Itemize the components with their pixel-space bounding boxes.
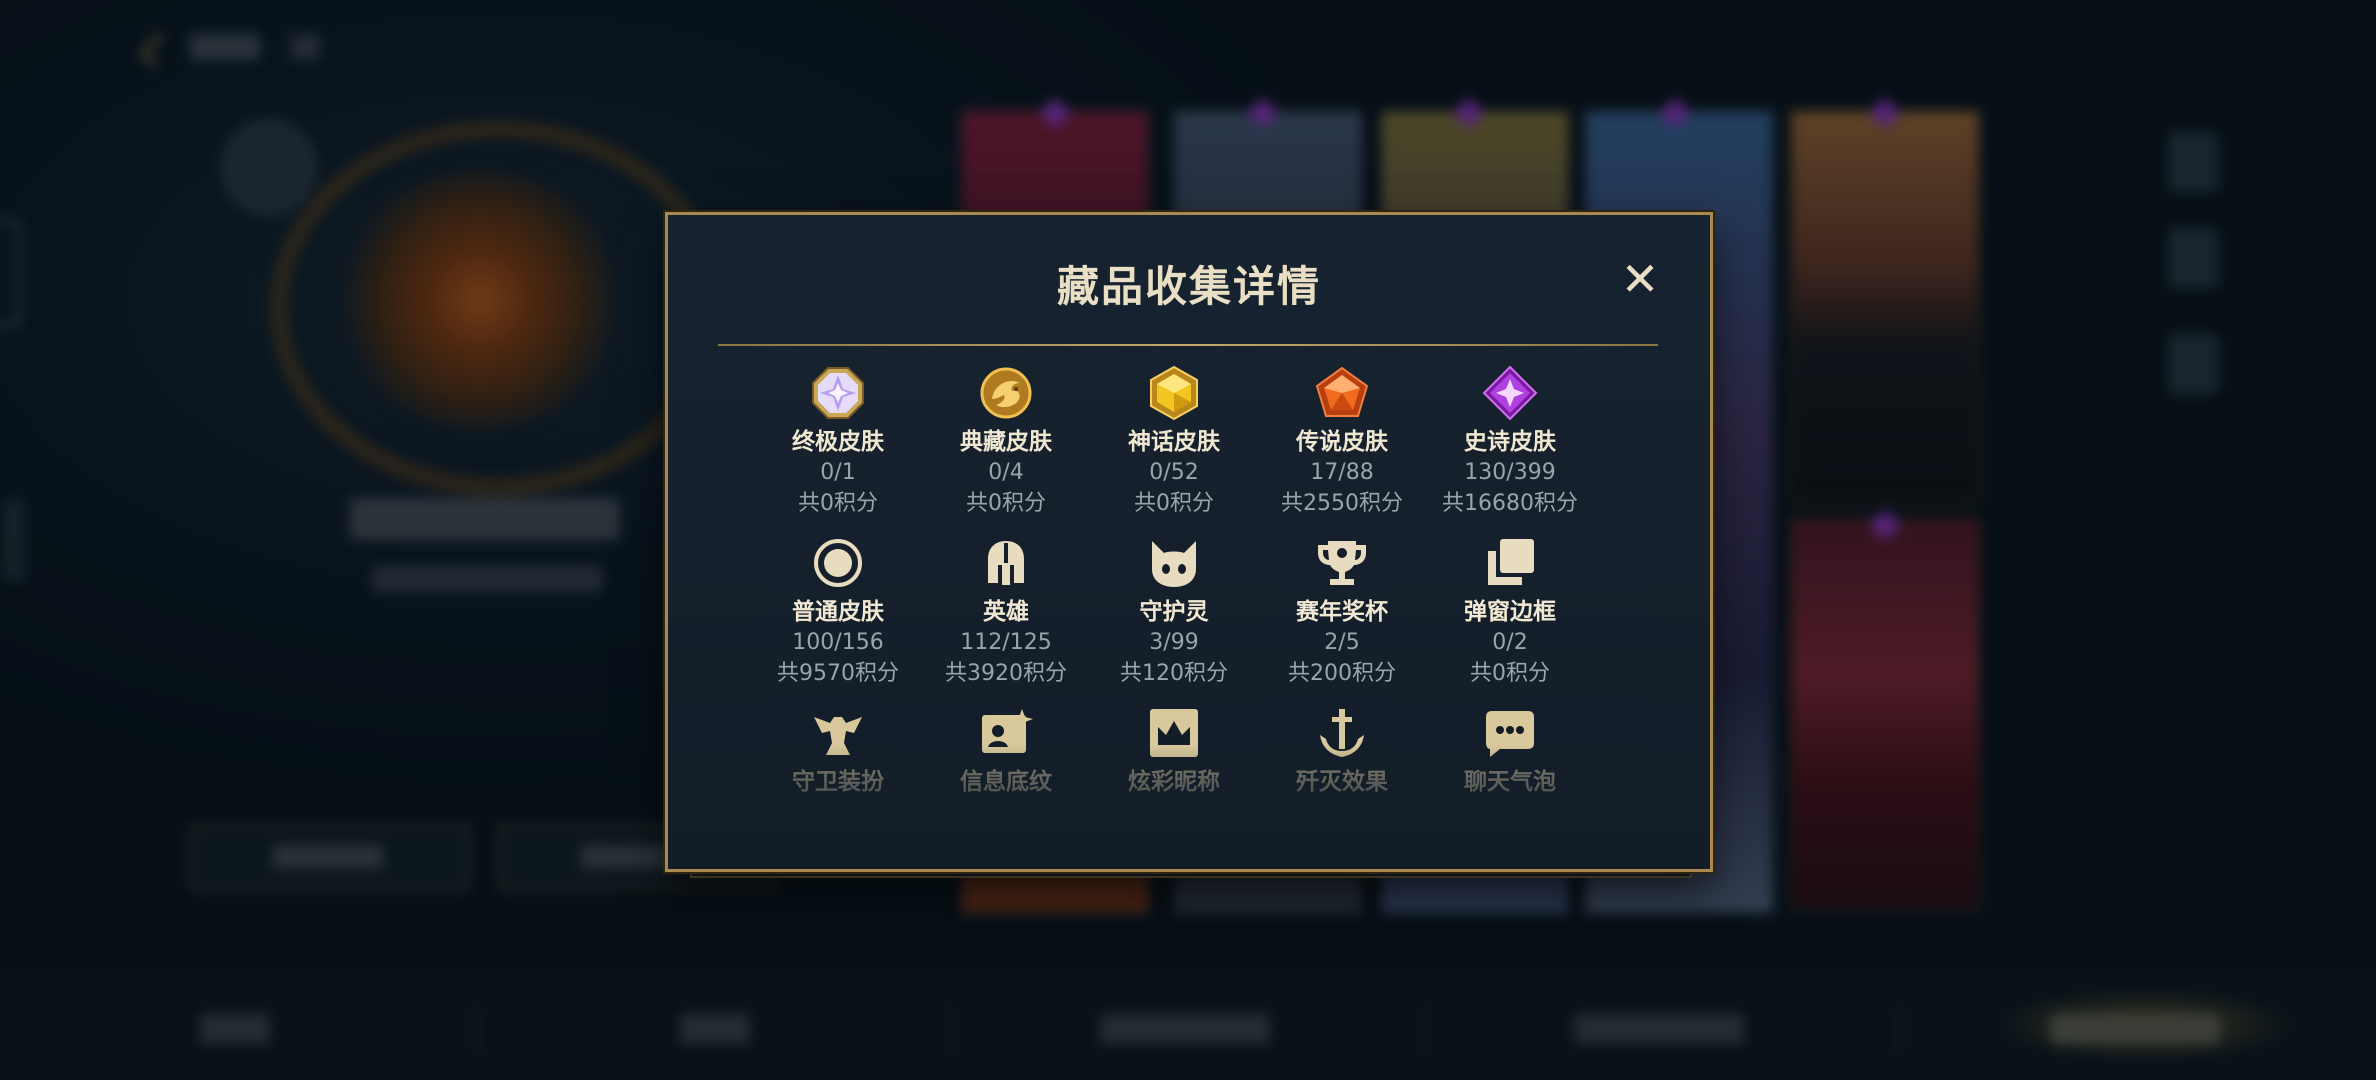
trophy-icon xyxy=(1314,535,1370,591)
guard-statue-icon xyxy=(810,705,866,761)
category-label: 信息底纹 xyxy=(960,769,1052,795)
dialog-title: 藏品收集详情 xyxy=(1056,262,1321,311)
octagon-gem-icon xyxy=(810,365,866,421)
collection-points: 共0积分 xyxy=(966,491,1046,516)
collection-count: 112/125 xyxy=(960,630,1052,655)
category-grid: 终极皮肤 0/1 共0积分 典藏皮肤 0/4 共0积分 神话皮肤 0/52 共0积分 传说皮肤 17… xyxy=(668,365,1710,865)
collection-points: 共16680积分 xyxy=(1442,491,1578,516)
crown-frame-icon xyxy=(1146,705,1202,761)
category-item[interactable]: 赛年奖杯 2/5 共200积分 xyxy=(1258,535,1426,689)
category-label: 守卫装扮 xyxy=(792,769,884,795)
diamond-gem-icon xyxy=(1482,365,1538,421)
category-label: 聊天气泡 xyxy=(1464,769,1556,795)
category-item[interactable]: 神话皮肤 0/52 共0积分 xyxy=(1090,365,1258,519)
ring-icon xyxy=(810,535,866,591)
collection-count: 0/4 xyxy=(988,460,1024,485)
category-label: 普通皮肤 xyxy=(792,599,884,625)
category-item[interactable]: 歼灭效果 xyxy=(1258,705,1426,797)
category-item[interactable]: 终极皮肤 0/1 共0积分 xyxy=(754,365,922,519)
category-item[interactable]: 传说皮肤 17/88 共2550积分 xyxy=(1258,365,1426,519)
category-item[interactable]: 守护灵 3/99 共120积分 xyxy=(1090,535,1258,689)
category-item[interactable]: 聊天气泡 xyxy=(1426,705,1594,797)
category-item[interactable]: 守卫装扮 xyxy=(754,705,922,797)
category-label: 炫彩昵称 xyxy=(1128,769,1220,795)
category-item[interactable]: 炫彩昵称 xyxy=(1090,705,1258,797)
collection-points: 共9570积分 xyxy=(777,661,899,686)
collection-count: 3/99 xyxy=(1149,630,1199,655)
collection-count: 17/88 xyxy=(1310,460,1374,485)
collection-points: 共0积分 xyxy=(798,491,878,516)
collection-points: 共200积分 xyxy=(1288,661,1396,686)
anchor-sword-icon xyxy=(1314,705,1370,761)
hexagon-gem-icon xyxy=(1146,365,1202,421)
collection-count: 0/52 xyxy=(1149,460,1199,485)
pentagon-gem-icon xyxy=(1314,365,1370,421)
category-label: 歼灭效果 xyxy=(1296,769,1388,795)
category-label: 弹窗边框 xyxy=(1464,599,1556,625)
category-item[interactable]: 弹窗边框 0/2 共0积分 xyxy=(1426,535,1594,689)
category-label: 守护灵 xyxy=(1139,599,1209,625)
category-label: 典藏皮肤 xyxy=(960,429,1052,455)
collection-count: 0/2 xyxy=(1492,630,1528,655)
category-label: 史诗皮肤 xyxy=(1464,429,1556,455)
chat-bubble-icon xyxy=(1482,705,1538,761)
category-item[interactable]: 普通皮肤 100/156 共9570积分 xyxy=(754,535,922,689)
category-item[interactable]: 信息底纹 xyxy=(922,705,1090,797)
category-label: 传说皮肤 xyxy=(1296,429,1388,455)
collection-count: 0/1 xyxy=(820,460,856,485)
collection-count: 100/156 xyxy=(792,630,884,655)
collection-points: 共2550积分 xyxy=(1281,491,1403,516)
collection-points: 共0积分 xyxy=(1134,491,1214,516)
spirit-cat-icon xyxy=(1146,535,1202,591)
collection-count: 130/399 xyxy=(1464,460,1556,485)
category-label: 神话皮肤 xyxy=(1128,429,1220,455)
close-button[interactable]: ✕ xyxy=(1618,256,1662,302)
title-divider xyxy=(718,344,1658,346)
collection-points: 共0积分 xyxy=(1470,661,1550,686)
category-label: 英雄 xyxy=(983,599,1029,625)
category-label: 赛年奖杯 xyxy=(1296,599,1388,625)
profile-card-icon xyxy=(978,705,1034,761)
collection-details-dialog: 藏品收集详情 ✕ 终极皮肤 0/1 共0积分 典藏皮肤 0/4 共0积分 神话皮肤 0/52 共… xyxy=(665,212,1713,872)
collection-points: 共3920积分 xyxy=(945,661,1067,686)
category-item[interactable]: 史诗皮肤 130/399 共16680积分 xyxy=(1426,365,1594,519)
dragon-medal-icon xyxy=(978,365,1034,421)
collection-points: 共120积分 xyxy=(1120,661,1228,686)
category-label: 终极皮肤 xyxy=(792,429,884,455)
category-item[interactable]: 典藏皮肤 0/4 共0积分 xyxy=(922,365,1090,519)
helmet-icon xyxy=(978,535,1034,591)
stacked-frames-icon xyxy=(1482,535,1538,591)
category-item[interactable]: 英雄 112/125 共3920积分 xyxy=(922,535,1090,689)
collection-count: 2/5 xyxy=(1324,630,1360,655)
